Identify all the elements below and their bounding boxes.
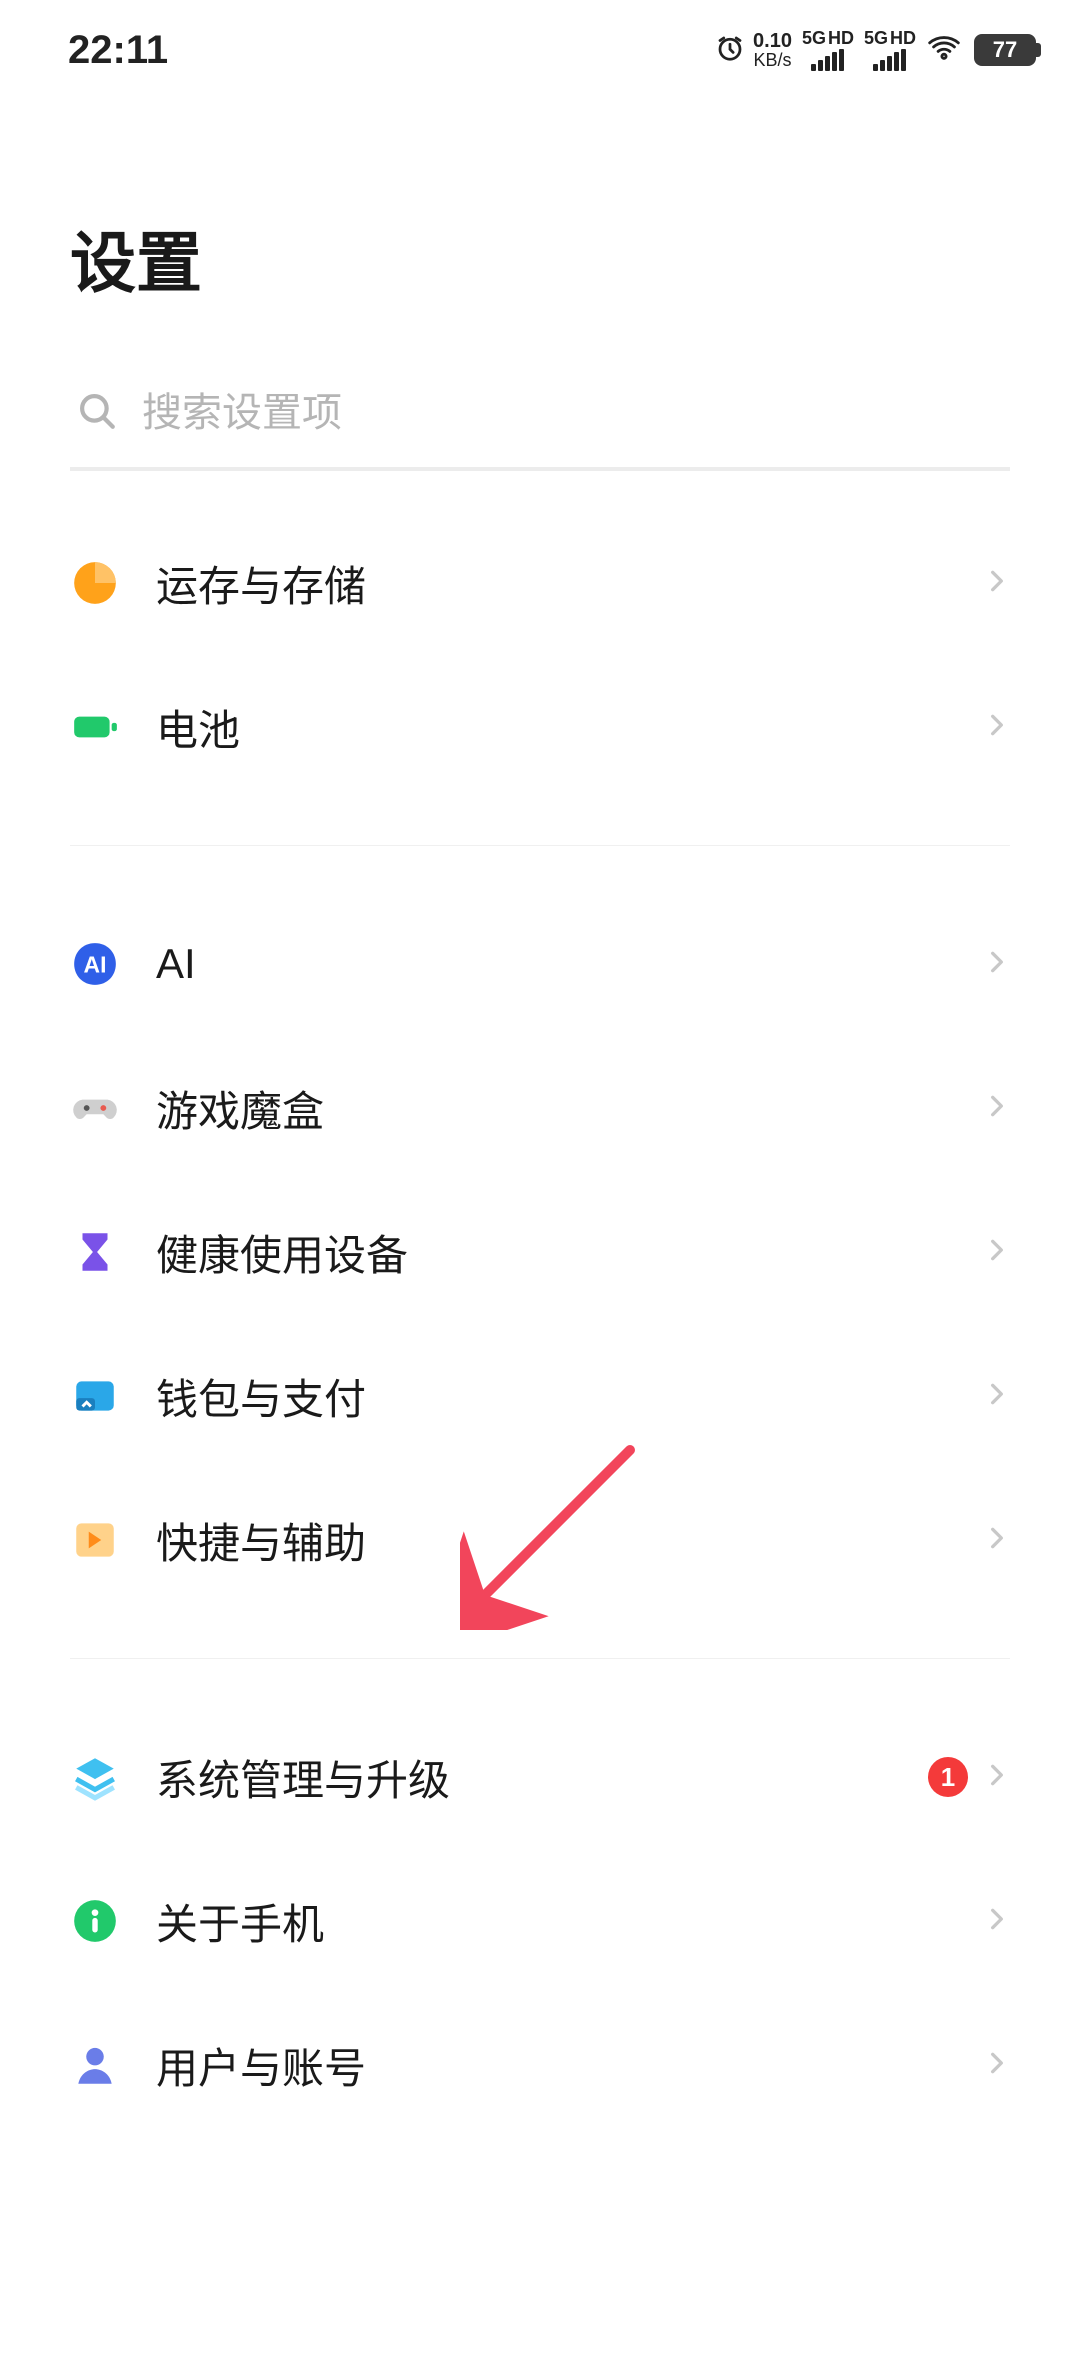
gamepad-icon	[70, 1083, 120, 1133]
shortcut-icon	[70, 1515, 120, 1565]
status-bar: 22:11 0.10 KB/s 5GHD 5GHD 77	[0, 0, 1080, 90]
chevron-right-icon	[984, 1906, 1010, 1937]
item-label: 快捷与辅助	[156, 1510, 984, 1571]
item-storage[interactable]: 运存与存储	[70, 511, 1010, 655]
user-icon	[70, 2040, 120, 2090]
item-gamebox[interactable]: 游戏魔盒	[70, 1036, 1010, 1180]
chevron-right-icon	[984, 1237, 1010, 1268]
search-icon	[76, 390, 118, 437]
chevron-right-icon	[984, 568, 1010, 599]
item-ai[interactable]: AI AI	[70, 892, 1010, 1036]
signal-bars-icon	[811, 49, 844, 71]
divider	[70, 1658, 1010, 1659]
item-label: AI	[156, 940, 984, 988]
chevron-right-icon	[984, 1762, 1010, 1793]
search-input[interactable]	[142, 391, 1004, 436]
chevron-right-icon	[984, 712, 1010, 743]
wallet-icon	[70, 1371, 120, 1421]
item-label: 电池	[156, 697, 984, 758]
speed-value: 0.10	[753, 31, 792, 51]
status-time: 22:11	[68, 28, 168, 73]
item-health[interactable]: 健康使用设备	[70, 1180, 1010, 1324]
chevron-right-icon	[984, 949, 1010, 980]
item-label: 游戏魔盒	[156, 1078, 984, 1139]
item-label: 系统管理与升级	[156, 1747, 928, 1808]
chevron-right-icon	[984, 2050, 1010, 2081]
signal-1: 5GHD	[802, 29, 854, 71]
speed-unit: KB/s	[753, 51, 791, 69]
item-account[interactable]: 用户与账号	[70, 1993, 1010, 2137]
chevron-right-icon	[984, 1093, 1010, 1124]
item-label: 钱包与支付	[156, 1366, 984, 1427]
layers-icon	[70, 1752, 120, 1802]
divider	[70, 845, 1010, 846]
item-wallet[interactable]: 钱包与支付	[70, 1324, 1010, 1468]
wifi-icon	[924, 35, 960, 66]
signal-bars-icon	[873, 49, 906, 71]
item-battery[interactable]: 电池	[70, 655, 1010, 799]
settings-list: 运存与存储 电池 AI AI 游戏魔盒 健康使用设备 钱包	[0, 471, 1080, 2137]
signal-2: 5GHD	[864, 29, 916, 71]
info-icon	[70, 1896, 120, 1946]
alarm-icon	[715, 33, 745, 68]
item-shortcut[interactable]: 快捷与辅助	[70, 1468, 1010, 1612]
battery-indicator: 77	[974, 34, 1036, 66]
svg-text:AI: AI	[84, 951, 107, 977]
item-label: 运存与存储	[156, 553, 984, 614]
ai-icon: AI	[70, 939, 120, 989]
notification-badge: 1	[928, 1757, 968, 1797]
battery-icon	[70, 702, 120, 752]
item-system[interactable]: 系统管理与升级 1	[70, 1705, 1010, 1849]
item-label: 健康使用设备	[156, 1222, 984, 1283]
chevron-right-icon	[984, 1381, 1010, 1412]
item-label: 用户与账号	[156, 2035, 984, 2096]
search-box[interactable]	[70, 366, 1010, 471]
network-speed: 0.10 KB/s	[753, 31, 792, 69]
hourglass-icon	[70, 1227, 120, 1277]
item-label: 关于手机	[156, 1891, 984, 1952]
pie-chart-icon	[70, 558, 120, 608]
status-indicators: 0.10 KB/s 5GHD 5GHD 77	[715, 29, 1036, 71]
chevron-right-icon	[984, 1525, 1010, 1556]
item-about[interactable]: 关于手机	[70, 1849, 1010, 1993]
page-title: 设置	[0, 90, 1080, 366]
battery-level: 77	[993, 37, 1017, 63]
